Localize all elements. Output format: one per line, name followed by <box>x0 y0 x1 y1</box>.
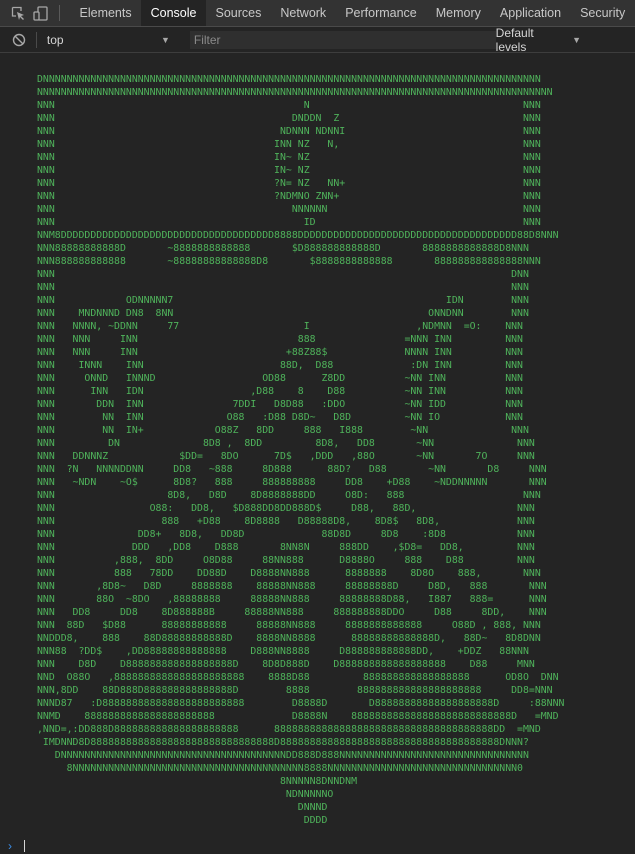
clear-console-icon <box>12 33 26 46</box>
filterbar-divider <box>35 31 37 48</box>
console-prompt[interactable]: › <box>0 838 635 854</box>
tab-application[interactable]: Application <box>490 0 570 26</box>
console-filterbar: top ▼ Default levels ▼ <box>0 26 635 54</box>
text-caret <box>24 840 25 852</box>
tab-network[interactable]: Network <box>271 0 336 26</box>
tab-performance[interactable]: Performance <box>336 0 427 26</box>
inspect-element-button[interactable] <box>7 0 29 26</box>
tab-console[interactable]: Console <box>141 0 206 26</box>
context-value: top <box>46 32 64 47</box>
device-toolbar-button[interactable] <box>29 0 51 26</box>
filter-input[interactable] <box>189 30 496 49</box>
tab-sources[interactable]: Sources <box>206 0 271 26</box>
console-output: DNNNNNNNNNNNNNNNNNNNNNNNNNNNNNNNNNNNNNNN… <box>0 53 635 835</box>
ascii-art-log-message: DNNNNNNNNNNNNNNNNNNNNNNNNNNNNNNNNNNNNNNN… <box>37 74 565 826</box>
prompt-chevron-icon: › <box>8 839 12 853</box>
clear-console-button[interactable] <box>10 31 28 49</box>
dropdown-arrow-icon: ▼ <box>572 34 581 45</box>
tab-security[interactable]: Security <box>571 0 635 26</box>
inspect-element-icon <box>11 6 24 20</box>
tab-elements[interactable]: Elements <box>70 0 141 26</box>
log-levels-dropdown[interactable]: Default levels ▼ <box>496 26 581 54</box>
context-selector[interactable]: top ▼ <box>43 33 176 47</box>
log-levels-label: Default levels <box>495 25 534 54</box>
toolbar-divider <box>59 5 60 21</box>
tab-memory[interactable]: Memory <box>426 0 490 26</box>
devtools-tabbar: Elements Console Sources Network Perform… <box>0 0 635 27</box>
dropdown-arrow-icon: ▼ <box>160 34 170 45</box>
device-toolbar-icon <box>32 5 48 21</box>
